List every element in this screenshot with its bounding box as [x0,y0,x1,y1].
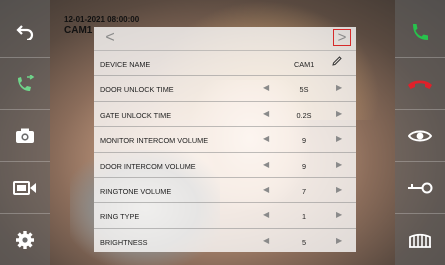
video-record-icon [13,180,36,195]
next-page-button[interactable]: > [333,29,351,46]
setting-label: BRIGHTNESS [100,237,148,247]
gate-unlock-button[interactable] [395,214,445,265]
right-sidebar [395,0,445,265]
left-sidebar [0,0,50,265]
settings-button[interactable] [0,214,50,265]
setting-value: 9 [301,136,307,146]
setting-label: RING TYPE [100,212,140,222]
decrease-arrow-icon[interactable]: ◀ [263,236,269,245]
setting-row-ringtone-volume: RINGTONE VOLUME ◀ 7 ▶ [94,178,356,204]
back-button[interactable] [0,6,50,58]
setting-value: 7 [301,186,307,196]
phone-answer-icon [413,23,428,40]
setting-value: 0.2S [296,110,312,120]
decrease-arrow-icon[interactable]: ◀ [263,134,269,143]
setting-value: CAM1 [294,60,315,69]
record-button[interactable] [0,162,50,214]
date-time: 12-01-2021 08:00:00 [64,15,140,24]
eye-icon [408,130,432,141]
setting-row-door-intercom-volume: DOOR INTERCOM VOLUME ◀ 9 ▶ [94,153,356,178]
decrease-arrow-icon[interactable]: ◀ [263,109,269,118]
edit-pencil-icon[interactable] [332,56,342,68]
call-transfer-button[interactable] [0,58,50,110]
setting-row-brightness: BRIGHTNESS ◀ 5 ▶ [94,229,356,254]
phone-hangup-icon [408,80,432,89]
setting-label: MONITOR INTERCOM VOLUME [100,136,209,146]
increase-arrow-icon[interactable]: ▶ [336,83,342,92]
monitor-screen: 12-01-2021 08:00:00 CAM1 < > DEVICE NAME… [0,0,445,265]
setting-row-gate-unlock-time: GATE UNLOCK TIME ◀ 0.2S ▶ [94,102,356,128]
setting-label: DEVICE NAME [100,60,151,69]
setting-row-monitor-intercom-volume: MONITOR INTERCOM VOLUME ◀ 9 ▶ [94,127,356,153]
increase-arrow-icon[interactable]: ▶ [336,185,342,194]
setting-label: DOOR INTERCOM VOLUME [100,161,196,171]
setting-row-ring-type: RING TYPE ◀ 1 ▶ [94,203,356,229]
camera-icon [16,128,34,143]
hang-up-button[interactable] [395,58,445,110]
increase-arrow-icon[interactable]: ▶ [336,210,342,219]
settings-header: < > [94,27,356,51]
decrease-arrow-icon[interactable]: ◀ [263,210,269,219]
door-unlock-button[interactable] [395,162,445,214]
increase-arrow-icon[interactable]: ▶ [336,134,342,143]
increase-arrow-icon[interactable]: ▶ [336,160,342,169]
decrease-arrow-icon[interactable]: ◀ [263,160,269,169]
setting-row-door-unlock-time: DOOR UNLOCK TIME ◀ 5S ▶ [94,76,356,102]
monitor-button[interactable] [395,110,445,162]
settings-panel: < > DEVICE NAME CAM1 DOOR UNLOCK TIME ◀ … [94,27,356,252]
setting-label: RINGTONE VOLUME [100,186,172,196]
setting-value: 5S [299,85,309,95]
setting-label: DOOR UNLOCK TIME [100,85,174,95]
setting-value: 9 [301,161,307,171]
call-transfer-icon [18,74,35,91]
previous-page-button[interactable]: < [102,29,118,46]
setting-label: GATE UNLOCK TIME [100,110,172,120]
setting-value: 1 [301,212,307,222]
increase-arrow-icon[interactable]: ▶ [336,236,342,245]
increase-arrow-icon[interactable]: ▶ [336,109,342,118]
decrease-arrow-icon[interactable]: ◀ [263,83,269,92]
gear-icon [16,231,34,249]
snapshot-button[interactable] [0,110,50,162]
setting-row-device-name[interactable]: DEVICE NAME CAM1 [94,51,356,77]
back-icon [16,24,34,40]
setting-value: 5 [301,237,307,247]
decrease-arrow-icon[interactable]: ◀ [263,185,269,194]
unlock-key-icon [408,182,433,193]
gate-icon [409,233,431,248]
answer-call-button[interactable] [395,6,445,58]
